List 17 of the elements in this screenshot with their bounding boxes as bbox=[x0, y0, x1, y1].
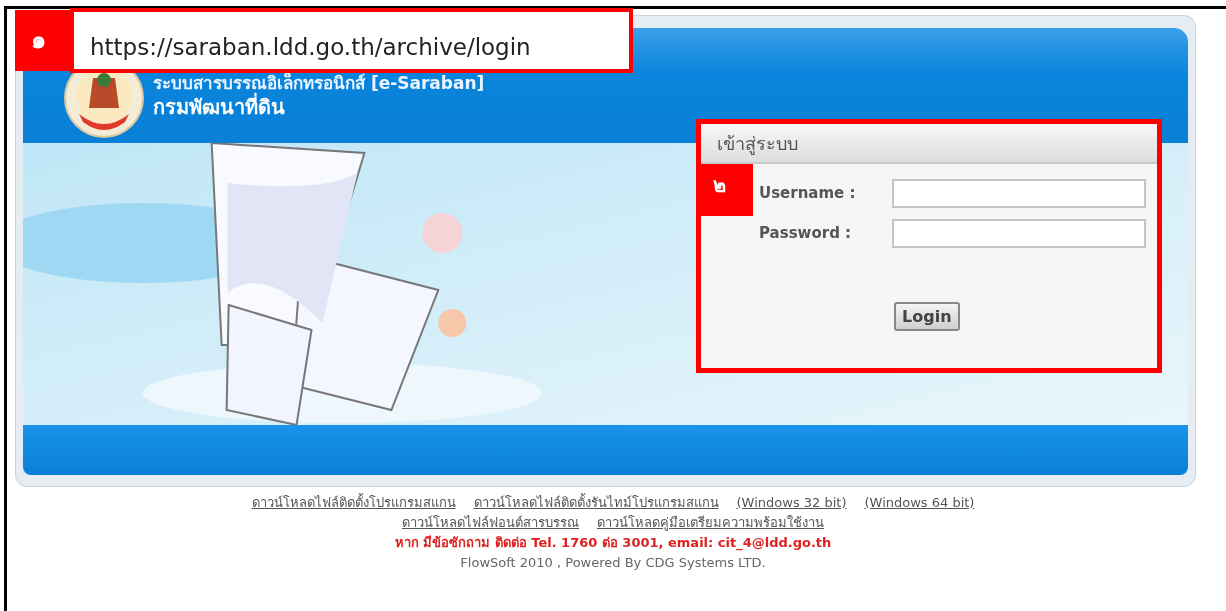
field-label: Password : bbox=[759, 222, 853, 244]
download-link[interactable]: (Windows 32 bit) bbox=[736, 495, 847, 510]
download-link[interactable]: ดาวน์โหลดไฟล์ฟอนต์สารบรรณ bbox=[402, 515, 579, 530]
download-link[interactable]: ดาวน์โหลดไฟล์ติดตั้งโปรแกรมสแกน bbox=[251, 495, 456, 510]
download-link[interactable]: (Windows 64 bit) bbox=[864, 495, 975, 510]
site-title: ระบบสารบรรณอิเล็กทรอนิกส์ [e-Saraban] bbox=[153, 72, 485, 93]
step-badge: ๒ bbox=[701, 164, 753, 216]
download-link[interactable]: ดาวน์โหลดไฟล์ติดตั้งรันไทม์โปรแกรมสแกน bbox=[473, 495, 719, 510]
credit-text: FlowSoft 2010 , Powered By CDG Systems LTD. bbox=[460, 555, 766, 570]
login-button[interactable]: Login bbox=[894, 302, 960, 331]
password-field[interactable] bbox=[892, 218, 1146, 248]
download-link[interactable]: ดาวน์โหลดคู่มือเตรียมความพร้อมใช้งาน bbox=[597, 515, 824, 530]
field-label: Username : bbox=[759, 182, 857, 204]
username-field[interactable] bbox=[892, 178, 1146, 208]
url-callout: https://saraban.ldd.go.th/archive/login bbox=[70, 8, 633, 73]
department-name: กรมพัฒนาที่ดิน bbox=[153, 94, 286, 120]
contact-text: หาก มีข้อซักถาม ติดต่อ Tel. 1760 ต่อ 3001, email: cit_4@ldd.go.th bbox=[394, 535, 832, 550]
